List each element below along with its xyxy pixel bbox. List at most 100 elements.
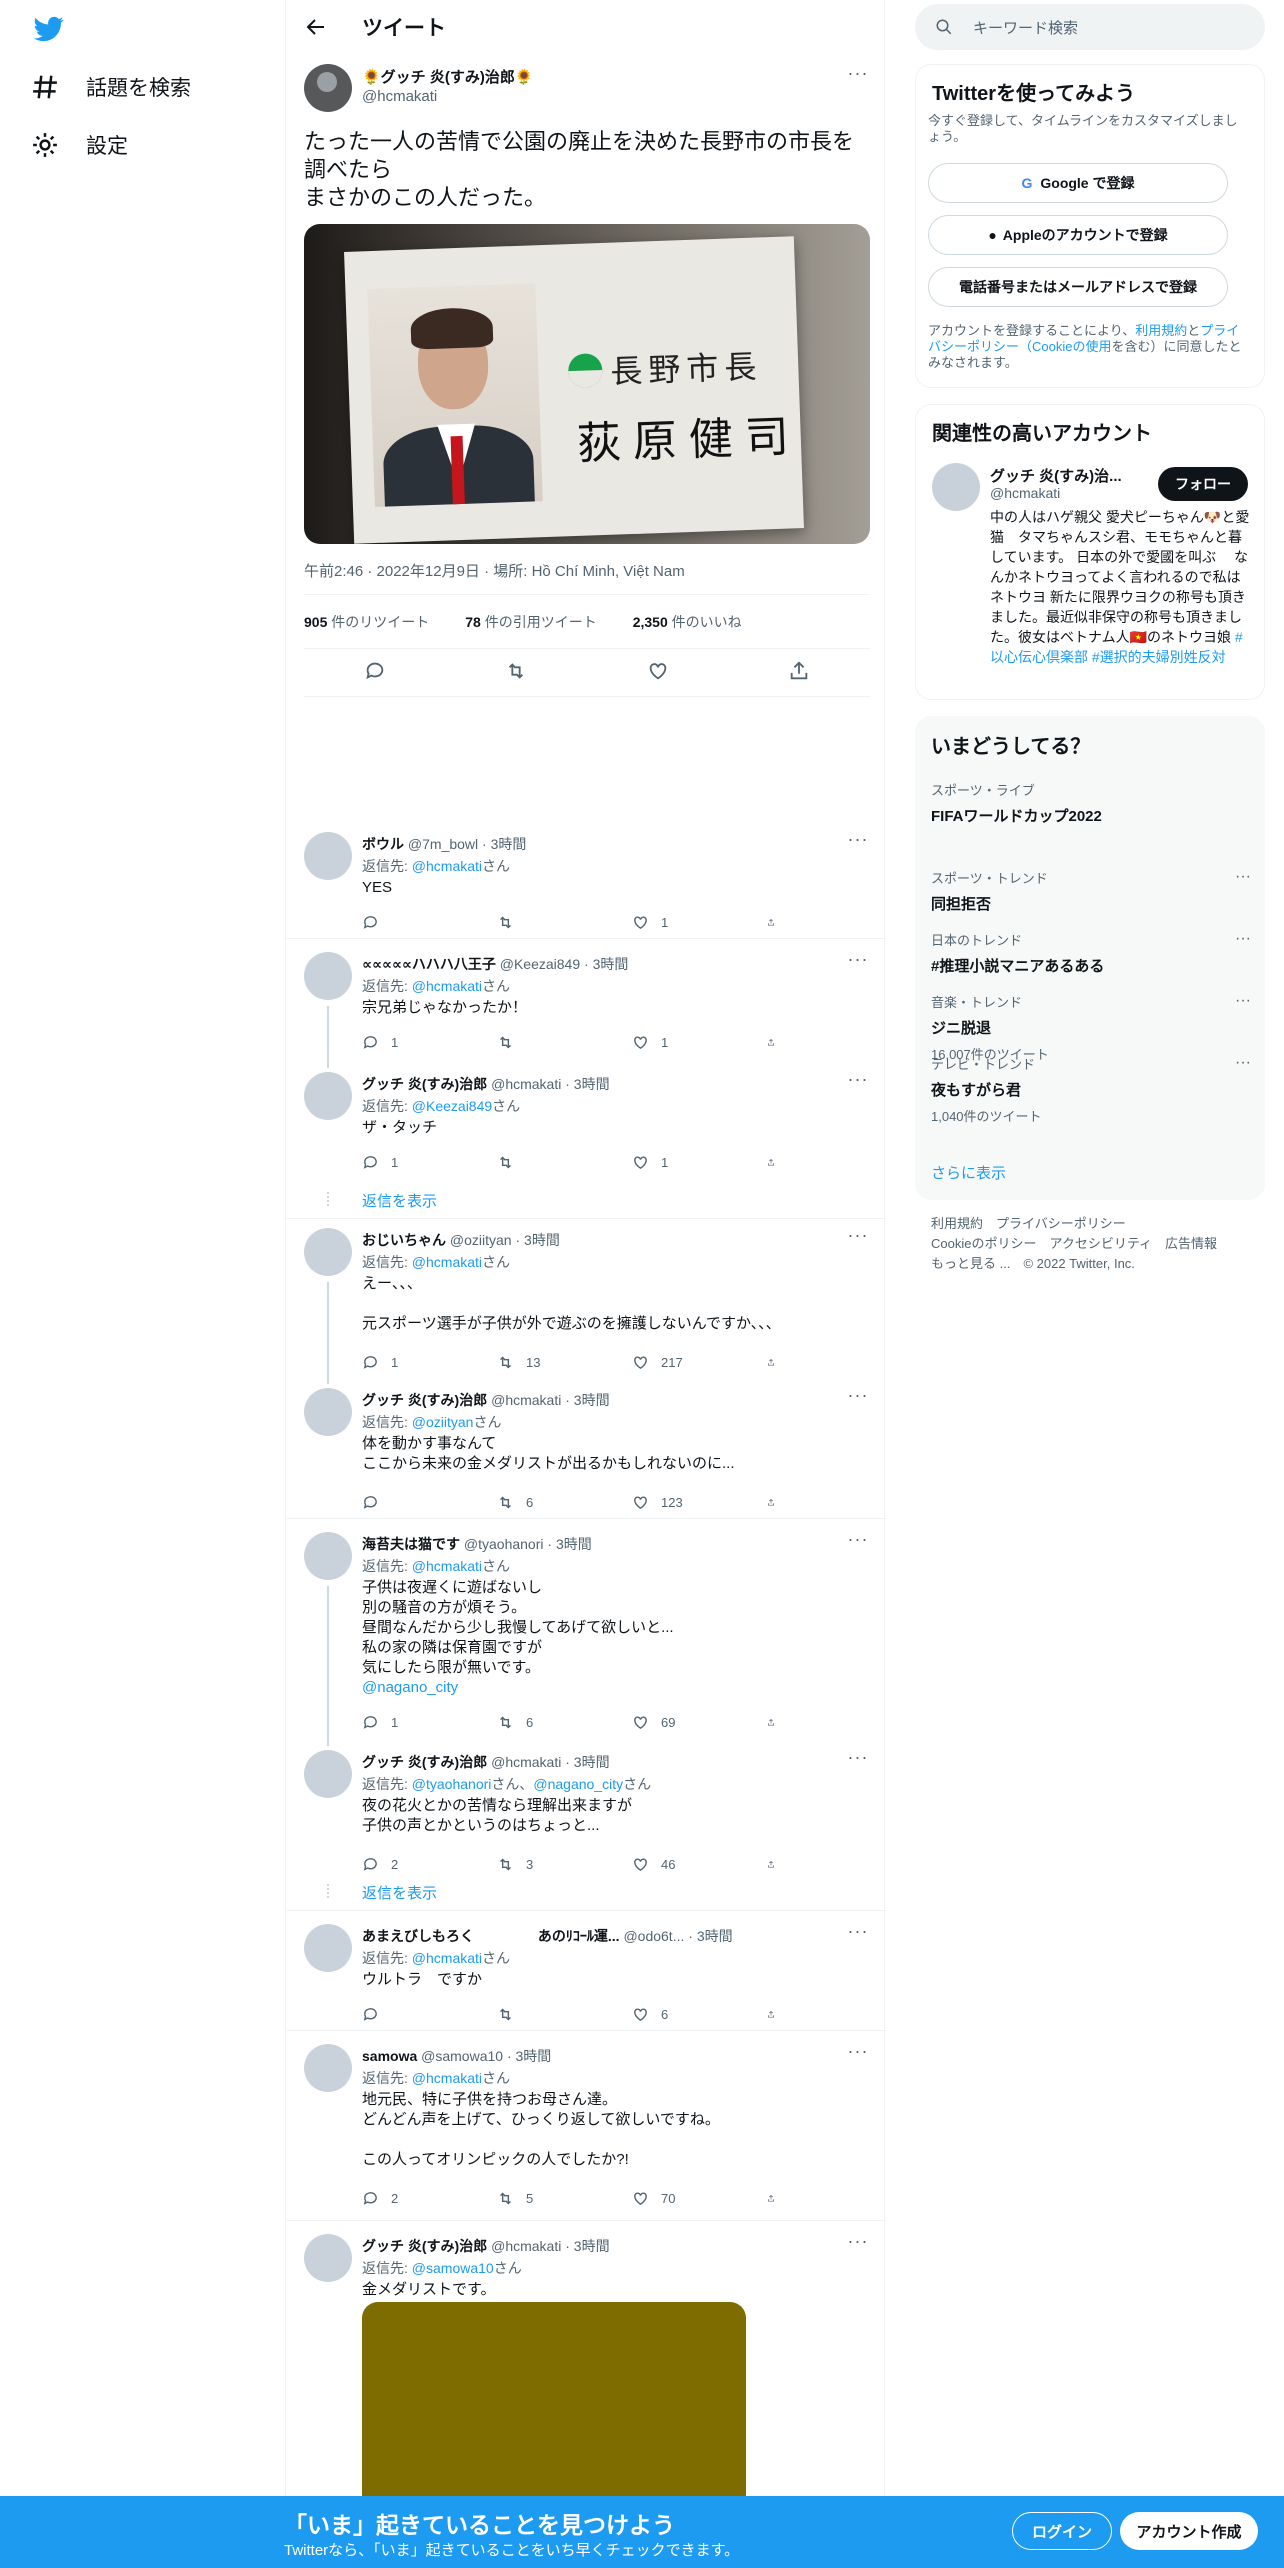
reply-reply-button[interactable] [362, 2006, 497, 2023]
terms-link[interactable]: 利用規約 [1135, 323, 1187, 338]
reply-mention-link[interactable]: @nagano_city [362, 1679, 458, 1696]
reply-avatar[interactable] [304, 1532, 352, 1580]
reply-author-name[interactable]: おじいちゃん [362, 1232, 446, 1248]
reply-time[interactable]: 3時間 [574, 1754, 610, 1770]
reply-to-link[interactable]: @samowa10 [412, 2260, 494, 2276]
reply-time[interactable]: 3時間 [574, 2238, 610, 2254]
google-signup-button[interactable]: G Google で登録 [928, 163, 1228, 203]
retweet-count[interactable]: 905 件のリツイート [304, 612, 447, 632]
reply-author-name[interactable]: グッチ 炎(すみ)治郎 [362, 1754, 487, 1770]
reply-author-name[interactable]: あまえびしもろく [362, 1928, 474, 1944]
reply-retweet-button[interactable] [497, 914, 632, 931]
reply-retweet-button[interactable]: 5 [497, 2190, 632, 2207]
reply-to-link[interactable]: @oziityan [412, 1414, 474, 1430]
like-icon[interactable] [647, 660, 669, 682]
reply-author-name[interactable]: グッチ 炎(すみ)治郎 [362, 1076, 487, 1092]
reply-retweet-button[interactable] [497, 1154, 632, 1171]
reply-share-button[interactable] [767, 1856, 787, 1873]
reply-to-link-2[interactable]: @nagano_city [533, 1776, 623, 1792]
reply-like-button[interactable]: 1 [632, 1034, 767, 1051]
reply-reply-button[interactable]: 1 [362, 1154, 497, 1171]
reply-more-icon[interactable]: ··· [846, 950, 870, 976]
follow-button[interactable]: フォロー [1158, 467, 1248, 501]
trend-item[interactable]: テレビ・トレンド 夜もすがら君 1,040件のツイート ··· [931, 1054, 1251, 1125]
reply-more-icon[interactable]: ··· [846, 2232, 870, 2258]
phone-signup-button[interactable]: 電話番号またはメールアドレスで登録 [928, 267, 1228, 307]
reply-share-button[interactable] [767, 2190, 787, 2207]
reply-time[interactable]: 3時間 [556, 1536, 592, 1552]
footer-line-2[interactable]: Cookieのポリシー アクセシビリティ 広告情報 [931, 1234, 1217, 1254]
reply-time[interactable]: 3時間 [574, 1076, 610, 1092]
share-icon[interactable] [788, 660, 810, 682]
retweet-icon[interactable] [505, 660, 527, 682]
twitter-logo-icon[interactable] [32, 14, 66, 44]
reply-more-icon[interactable]: ··· [846, 1530, 870, 1556]
reply-time[interactable]: 3時間 [697, 1928, 733, 1944]
reply-share-button[interactable] [767, 1494, 787, 1511]
create-account-button[interactable]: アカウント作成 [1120, 2512, 1258, 2550]
reply-more-icon[interactable]: ··· [846, 1386, 870, 1412]
author-name[interactable]: 🌻グッチ 炎(すみ)治郎🌻 [362, 66, 534, 87]
show-replies-link[interactable]: 返信を表示 [362, 1190, 437, 1211]
quote-count[interactable]: 78 件の引用ツイート [465, 612, 614, 632]
reply-media[interactable] [362, 2302, 746, 2512]
reply-to-link[interactable]: @hcmakati [412, 1254, 482, 1270]
reply-share-button[interactable] [767, 1154, 787, 1171]
reply-time[interactable]: 3時間 [593, 956, 629, 972]
reply-to-link[interactable]: @hcmakati [412, 1950, 482, 1966]
reply-icon[interactable] [364, 660, 386, 682]
reply-retweet-button[interactable]: 3 [497, 1856, 632, 1873]
reply-time[interactable]: 3時間 [491, 836, 527, 852]
reply-like-button[interactable]: 1 [632, 1154, 767, 1171]
reply-share-button[interactable] [767, 1354, 787, 1371]
reply-time[interactable]: 3時間 [524, 1232, 560, 1248]
footer-line-1[interactable]: 利用規約 プライバシーポリシー [931, 1214, 1217, 1234]
related-avatar[interactable] [932, 463, 980, 511]
reply-author-name[interactable]: グッチ 炎(すみ)治郎 [362, 2238, 487, 2254]
reply-author-name[interactable]: グッチ 炎(すみ)治郎 [362, 1392, 487, 1408]
author-handle[interactable]: @hcmakati [362, 88, 437, 106]
reply-like-button[interactable]: 1 [632, 914, 767, 931]
reply-like-button[interactable]: 46 [632, 1856, 767, 1873]
trend-item[interactable]: 音楽・トレンド ジニ脱退 16,007件のツイート ··· [931, 992, 1251, 1063]
reply-author-name[interactable]: samowa [362, 2048, 417, 2064]
reply-more-icon[interactable]: ··· [846, 1226, 870, 1252]
reply-time[interactable]: 3時間 [574, 1392, 610, 1408]
reply-reply-button[interactable]: 2 [362, 2190, 497, 2207]
footer-line-3[interactable]: もっと見る ... © 2022 Twitter, Inc. [931, 1254, 1217, 1274]
reply-retweet-button[interactable]: 13 [497, 1354, 632, 1371]
trend-item[interactable]: スポーツ・トレンド 同担拒否 ··· [931, 868, 1251, 914]
reply-like-button[interactable]: 217 [632, 1354, 767, 1371]
reply-avatar[interactable] [304, 1924, 352, 1972]
reply-avatar[interactable] [304, 1750, 352, 1798]
reply-to-link[interactable]: @Keezai849 [412, 1098, 492, 1114]
reply-author-name[interactable]: ボウル [362, 836, 404, 852]
reply-like-button[interactable]: 6 [632, 2006, 767, 2023]
reply-to-link[interactable]: @hcmakati [412, 2070, 482, 2086]
reply-to-link[interactable]: @hcmakati [412, 1558, 482, 1574]
reply-like-button[interactable]: 70 [632, 2190, 767, 2207]
reply-author-name[interactable]: ∝∝∝∝∝ハハハ八王子 [362, 956, 496, 972]
reply-reply-button[interactable] [362, 1494, 497, 1511]
reply-to-link[interactable]: @hcmakati [412, 858, 482, 874]
login-button[interactable]: ログイン [1012, 2512, 1112, 2550]
reply-share-button[interactable] [767, 1034, 787, 1051]
trend-more-icon[interactable]: ··· [1235, 930, 1251, 948]
reply-more-icon[interactable]: ··· [846, 1748, 870, 1774]
trend-more-icon[interactable]: ··· [1235, 868, 1251, 886]
reply-avatar[interactable] [304, 1072, 352, 1120]
search-box[interactable]: キーワード検索 [915, 4, 1265, 50]
reply-reply-button[interactable]: 1 [362, 1034, 497, 1051]
reply-time[interactable]: 3時間 [516, 2048, 552, 2064]
reply-retweet-button[interactable] [497, 2006, 632, 2023]
reply-reply-button[interactable]: 2 [362, 1856, 497, 1873]
reply-avatar[interactable] [304, 1228, 352, 1276]
reply-share-button[interactable] [767, 914, 787, 931]
more-options-icon[interactable]: ··· [846, 64, 870, 90]
related-name[interactable]: グッチ 炎(すみ)治... [990, 465, 1122, 486]
reply-to-link[interactable]: @hcmakati [412, 978, 482, 994]
reply-to-link[interactable]: @tyaohanori [412, 1776, 492, 1792]
reply-like-button[interactable]: 69 [632, 1714, 767, 1731]
trend-more-icon[interactable]: ··· [1235, 992, 1251, 1010]
reply-avatar[interactable] [304, 2234, 352, 2282]
